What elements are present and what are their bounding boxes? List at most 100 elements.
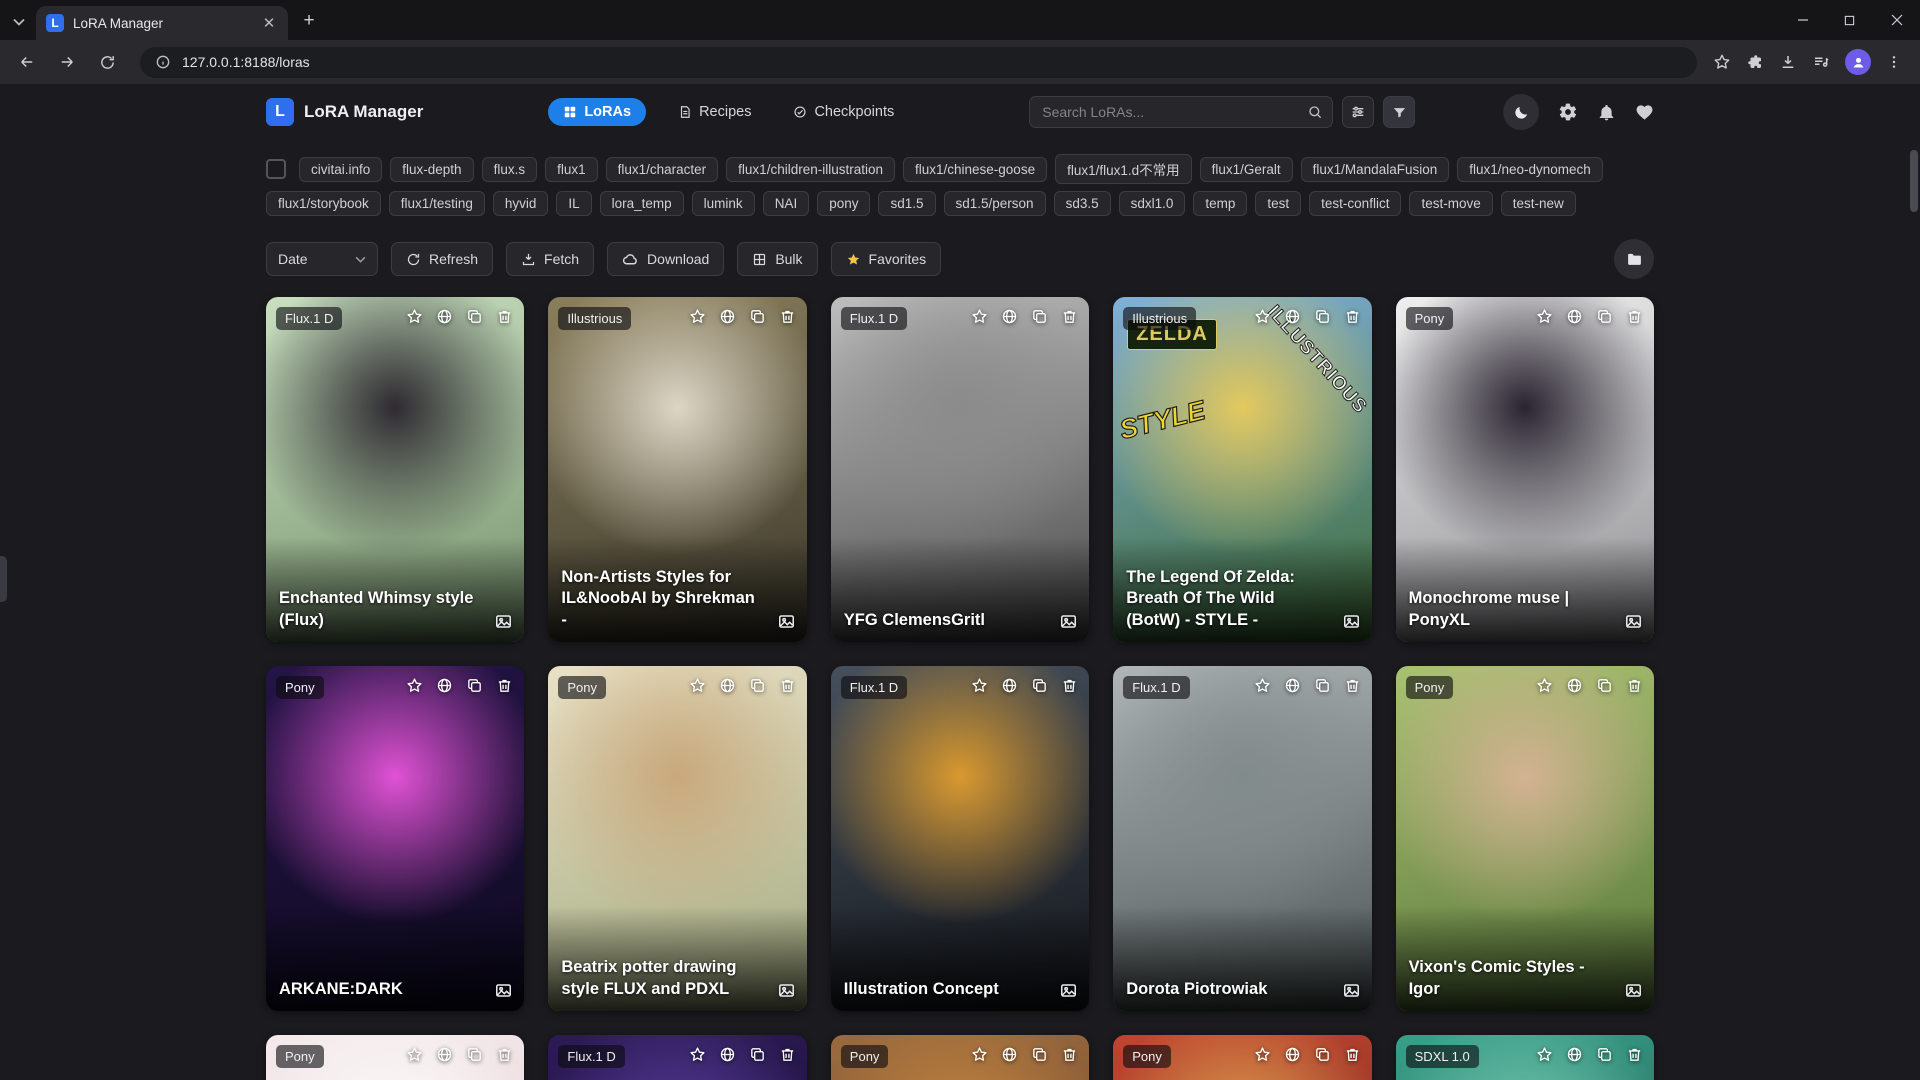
delete-trash-icon[interactable] (1626, 308, 1643, 325)
favorite-star-icon[interactable] (689, 677, 706, 694)
tag-filter[interactable]: flux-depth (390, 157, 473, 182)
tag-filter[interactable]: test-new (1501, 191, 1576, 216)
civitai-globe-icon[interactable] (436, 677, 453, 694)
lora-card[interactable]: Flux.1 D Dorota Piotrowiak (1113, 666, 1371, 1011)
copy-icon[interactable] (1031, 1046, 1048, 1063)
tab-search-chevron-icon[interactable] (6, 10, 32, 34)
copy-icon[interactable] (1314, 677, 1331, 694)
tag-filter[interactable]: sd1.5 (878, 191, 935, 216)
delete-trash-icon[interactable] (496, 1046, 513, 1063)
tag-filter[interactable]: sd3.5 (1054, 191, 1111, 216)
preview-image-icon[interactable] (1624, 981, 1643, 1000)
preview-image-icon[interactable] (1624, 612, 1643, 631)
nav-tab-recipes[interactable]: Recipes (668, 98, 761, 126)
delete-trash-icon[interactable] (1344, 308, 1361, 325)
refresh-button[interactable]: Refresh (391, 242, 493, 276)
favorite-star-icon[interactable] (1536, 308, 1553, 325)
copy-icon[interactable] (749, 677, 766, 694)
address-bar[interactable]: 127.0.0.1:8188/loras (140, 47, 1697, 78)
civitai-globe-icon[interactable] (1001, 308, 1018, 325)
fetch-button[interactable]: Fetch (506, 242, 594, 276)
lora-card[interactable]: Pony ARKANE:DARK (266, 666, 524, 1011)
tag-filter[interactable]: flux1/neo-dynomech (1457, 157, 1603, 182)
nav-tab-checkpoints[interactable]: Checkpoints (783, 98, 904, 126)
tag-filter[interactable]: flux1/Geralt (1200, 157, 1293, 182)
bookmark-star-icon[interactable] (1713, 53, 1731, 71)
copy-icon[interactable] (1031, 677, 1048, 694)
window-minimize-button[interactable] (1779, 0, 1826, 40)
open-folder-button[interactable] (1614, 239, 1654, 279)
favorite-star-icon[interactable] (1254, 308, 1271, 325)
copy-icon[interactable] (466, 677, 483, 694)
favorite-star-icon[interactable] (406, 677, 423, 694)
filter-button[interactable] (1383, 96, 1415, 128)
lora-card[interactable]: Illustrious ZELDA STYLE ILLUSTRIOUS The … (1113, 297, 1371, 642)
tag-filter[interactable]: test (1255, 191, 1301, 216)
favorite-star-icon[interactable] (971, 1046, 988, 1063)
favorites-filter-button[interactable]: Favorites (831, 242, 942, 276)
bulk-button[interactable]: Bulk (737, 242, 817, 276)
delete-trash-icon[interactable] (1344, 677, 1361, 694)
tag-filter[interactable]: flux1/flux1.d不常用 (1055, 154, 1192, 184)
copy-icon[interactable] (466, 308, 483, 325)
favorite-star-icon[interactable] (406, 1046, 423, 1063)
lora-card[interactable]: Pony Monochrome muse | PonyXL (1396, 297, 1654, 642)
tag-filter[interactable]: lora_temp (600, 191, 684, 216)
lora-card[interactable]: Flux.1 D YFG ClemensGritl (831, 297, 1089, 642)
civitai-globe-icon[interactable] (719, 1046, 736, 1063)
copy-icon[interactable] (1596, 308, 1613, 325)
favorite-star-icon[interactable] (971, 677, 988, 694)
copy-icon[interactable] (1314, 1046, 1331, 1063)
delete-trash-icon[interactable] (1344, 1046, 1361, 1063)
tag-filter[interactable]: flux.s (482, 157, 538, 182)
favorite-star-icon[interactable] (1254, 1046, 1271, 1063)
delete-trash-icon[interactable] (496, 308, 513, 325)
copy-icon[interactable] (1596, 1046, 1613, 1063)
civitai-globe-icon[interactable] (1566, 308, 1583, 325)
copy-icon[interactable] (1031, 308, 1048, 325)
lora-card[interactable]: Pony Vixon's Comic Styles - Igor (1396, 666, 1654, 1011)
copy-icon[interactable] (466, 1046, 483, 1063)
preview-image-icon[interactable] (777, 612, 796, 631)
tag-filter[interactable]: civitai.info (299, 157, 382, 182)
download-button[interactable]: Download (607, 242, 724, 276)
page-scrollbar[interactable] (1910, 150, 1918, 212)
delete-trash-icon[interactable] (1061, 677, 1078, 694)
delete-trash-icon[interactable] (1626, 1046, 1643, 1063)
search-icon[interactable] (1307, 104, 1323, 120)
civitai-globe-icon[interactable] (1284, 677, 1301, 694)
new-tab-button[interactable]: + (294, 6, 324, 36)
tag-filter[interactable]: lumink (692, 191, 755, 216)
civitai-globe-icon[interactable] (436, 1046, 453, 1063)
sort-select[interactable]: Date (266, 242, 378, 276)
tag-select-checkbox[interactable] (266, 159, 286, 179)
civitai-globe-icon[interactable] (719, 677, 736, 694)
delete-trash-icon[interactable] (779, 677, 796, 694)
reload-icon[interactable] (90, 45, 124, 79)
favorite-star-icon[interactable] (1536, 677, 1553, 694)
preview-image-icon[interactable] (494, 612, 513, 631)
notifications-bell-icon[interactable] (1597, 103, 1616, 122)
tag-filter[interactable]: IL (556, 191, 591, 216)
tag-filter[interactable]: NAI (763, 191, 810, 216)
favorites-heart-icon[interactable] (1635, 103, 1654, 122)
tag-filter[interactable]: temp (1193, 191, 1247, 216)
copy-icon[interactable] (1314, 308, 1331, 325)
tab-close-icon[interactable]: ✕ (260, 14, 278, 32)
preview-image-icon[interactable] (1059, 612, 1078, 631)
favorite-star-icon[interactable] (1536, 1046, 1553, 1063)
favorite-star-icon[interactable] (1254, 677, 1271, 694)
settings-gear-icon[interactable] (1558, 102, 1578, 122)
tag-filter[interactable]: test-move (1409, 191, 1492, 216)
favorite-star-icon[interactable] (689, 308, 706, 325)
lora-card[interactable]: Pony (266, 1035, 524, 1080)
tag-filter[interactable]: flux1 (545, 157, 598, 182)
copy-icon[interactable] (1596, 677, 1613, 694)
delete-trash-icon[interactable] (779, 1046, 796, 1063)
tag-filter[interactable]: flux1/testing (389, 191, 485, 216)
lora-card[interactable]: Pony (831, 1035, 1089, 1080)
civitai-globe-icon[interactable] (1001, 1046, 1018, 1063)
preview-image-icon[interactable] (1342, 981, 1361, 1000)
copy-icon[interactable] (749, 308, 766, 325)
lora-card[interactable]: Flux.1 D Enchanted Whimsy style (Flux) (266, 297, 524, 642)
